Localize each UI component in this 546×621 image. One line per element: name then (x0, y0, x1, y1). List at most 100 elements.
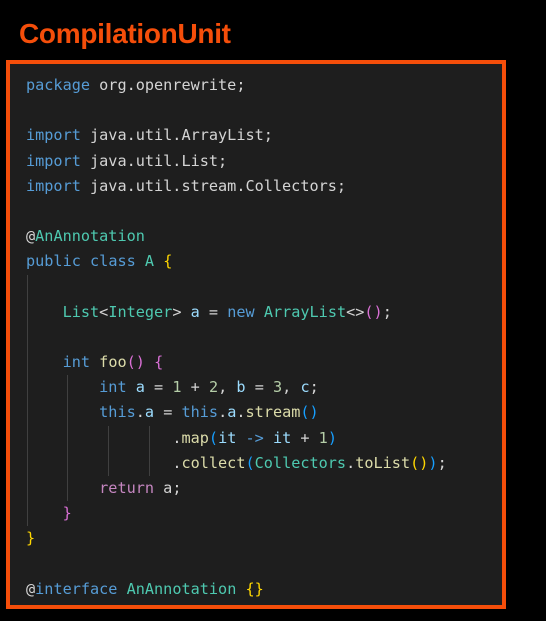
indent-guide (27, 274, 28, 300)
code-token: Integer (108, 302, 173, 321)
code-token: a; (154, 479, 182, 497)
code-token: ; (437, 453, 447, 472)
code-token: int (62, 353, 91, 372)
code-token: java.util.stream.Collectors; (80, 176, 347, 195)
code-token: = (245, 378, 273, 397)
code-token: toList (355, 453, 411, 472)
code-token: AnAnnotation (35, 227, 145, 246)
code-token: = (144, 378, 173, 397)
code-token: () (410, 453, 429, 472)
indent-guide (149, 450, 150, 476)
indent-guide (67, 400, 68, 426)
code-token: ; (309, 378, 319, 397)
indent-guide (27, 400, 28, 426)
compilation-unit-title: CompilationUnit (19, 18, 231, 49)
code-token: ArrayList (263, 302, 347, 321)
code-token: stream (245, 403, 301, 422)
code-token: () (300, 403, 319, 422)
code-token: . (135, 403, 145, 422)
code-token: a (227, 403, 237, 422)
indent-guide (27, 476, 28, 502)
code-token: -> (236, 428, 273, 447)
code-token: package (26, 76, 91, 94)
code-token: import (26, 176, 81, 195)
compilation-unit-frame: package org.openrewrite; import java.util… (6, 60, 506, 609)
code-token: foo (99, 353, 127, 372)
code-token: ( (208, 428, 219, 447)
code-token: collect (181, 453, 246, 472)
code-token: 3 (272, 378, 283, 397)
code-token: > (172, 302, 191, 321)
code-token: interface (35, 579, 118, 598)
code-line (26, 274, 447, 300)
code-token: class (90, 252, 136, 271)
code-line: return a; (26, 476, 447, 502)
code-token: c (300, 378, 310, 397)
code-token: org.openrewrite; (90, 76, 246, 94)
code-line: import java.util.stream.Collectors; (26, 174, 447, 199)
code-token: 2 (208, 378, 219, 397)
code-token: () (126, 353, 145, 372)
indent-guide (27, 450, 28, 476)
indent-guide (27, 501, 28, 527)
code-token: ) (428, 453, 438, 472)
code-line: @interface AnAnnotation {} (26, 577, 447, 602)
indent-guide (67, 425, 68, 451)
code-line: import java.util.List; (26, 149, 447, 174)
code-line (26, 324, 447, 351)
code-token: <> (346, 302, 365, 321)
code-token: import (26, 126, 81, 145)
code-token: public (26, 252, 81, 271)
code-token: return (99, 479, 155, 497)
code-token: + (181, 378, 209, 397)
code-line: int foo() { (26, 350, 447, 376)
code-token: b (236, 378, 246, 397)
code-token: @ (26, 227, 36, 246)
code-token: a (190, 302, 200, 321)
code-token: import (26, 151, 81, 170)
code-token: { (163, 252, 173, 271)
indent-guide (67, 450, 68, 476)
code-block: package org.openrewrite; import java.util… (26, 73, 447, 602)
code-token: java.util.ArrayList; (80, 126, 273, 145)
code-token: , (218, 378, 237, 397)
code-token: ( (245, 453, 255, 472)
code-token: it (272, 428, 292, 447)
indent-guide (108, 425, 109, 451)
code-token: 1 (318, 428, 328, 447)
code-token: () (364, 302, 383, 321)
code-token: A (144, 252, 155, 271)
code-line: this.a = this.a.stream() (26, 400, 447, 426)
code-token: + (291, 428, 319, 447)
code-token: ) (327, 428, 337, 447)
code-token: a (144, 403, 155, 422)
code-token: = (199, 302, 228, 321)
code-token: = (154, 403, 182, 422)
code-line: } (26, 526, 447, 551)
indent-guide (27, 350, 28, 376)
code-line: @AnAnnotation (26, 224, 447, 249)
code-line: public class A { (26, 249, 447, 274)
code-token: } (26, 529, 36, 548)
code-token: 1 (172, 378, 182, 397)
indent-guide (108, 450, 109, 476)
code-token: . (218, 403, 228, 422)
code-token: map (181, 428, 209, 447)
code-token: java.util.List; (80, 151, 228, 170)
indent-guide (27, 375, 28, 401)
code-token: new (227, 302, 255, 321)
